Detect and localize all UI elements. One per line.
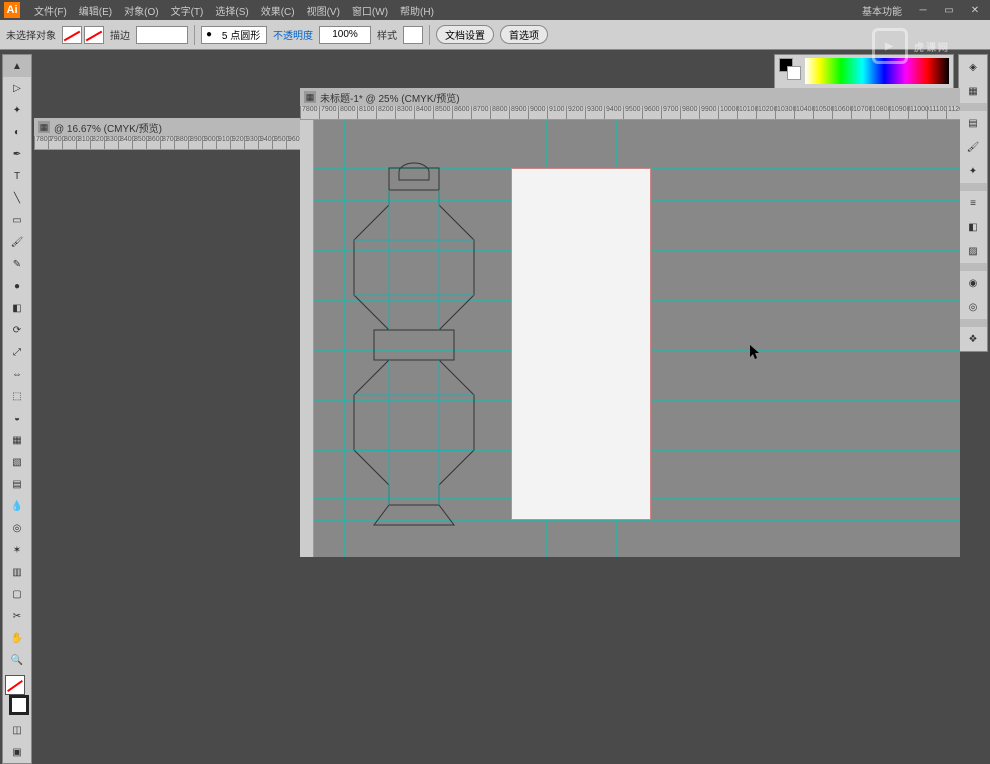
document-1-title: @ 16.67% (CMYK/预览) — [54, 120, 162, 135]
hand-tool[interactable]: ✋ — [3, 627, 31, 649]
rotate-tool[interactable]: ⟳ — [3, 319, 31, 341]
direct-selection-tool[interactable]: ▷ — [3, 77, 31, 99]
graphic-styles-panel-icon[interactable]: ◎ — [959, 295, 987, 319]
line-tool[interactable]: ╲ — [3, 187, 31, 209]
fill-indicator[interactable] — [5, 675, 25, 695]
selection-tool[interactable]: ▲ — [3, 55, 31, 77]
artwork-dieline[interactable] — [334, 160, 494, 540]
brush-dropdown[interactable]: ● — [201, 26, 267, 44]
symbols-panel-icon[interactable]: ✦ — [959, 159, 987, 183]
control-bar: 未选择对象 描边 ● 不透明度 样式 文档设置 首选项 — [0, 20, 990, 50]
menu-type[interactable]: 文字(T) — [165, 3, 210, 18]
color-panel-swatches[interactable] — [779, 58, 801, 80]
document-window-2[interactable]: ▦ 未标题-1* @ 25% (CMYK/预览) 780079008000810… — [300, 88, 960, 557]
column-graph-tool[interactable]: ▥ — [3, 561, 31, 583]
menu-help[interactable]: 帮助(H) — [394, 3, 440, 18]
type-tool[interactable]: T — [3, 165, 31, 187]
paintbrush-tool[interactable]: 🖌 — [3, 231, 31, 253]
document-1-icon: ▦ — [38, 121, 50, 133]
document-1-ruler-horizontal[interactable]: 7800790080008100820083008400850086008700… — [34, 136, 302, 150]
opacity-input[interactable] — [319, 26, 371, 44]
perspective-tool[interactable]: ▦ — [3, 429, 31, 451]
lasso-tool[interactable]: ◐ — [3, 121, 31, 143]
document-2-titlebar[interactable]: ▦ 未标题-1* @ 25% (CMYK/预览) — [300, 88, 960, 106]
color-panel-icon[interactable]: ◈ — [959, 55, 987, 79]
artboard-tool[interactable]: ▢ — [3, 583, 31, 605]
slice-tool[interactable]: ✂ — [3, 605, 31, 627]
document-2-title: 未标题-1* @ 25% (CMYK/预览) — [320, 90, 460, 105]
document-2-ruler-vertical[interactable] — [300, 120, 314, 557]
window-maximize-button[interactable]: ▭ — [938, 3, 960, 17]
rectangle-tool[interactable]: ▭ — [3, 209, 31, 231]
selection-status: 未选择对象 — [6, 27, 56, 42]
appearance-panel-icon[interactable]: ◉ — [959, 271, 987, 295]
scale-tool[interactable]: ⤢ — [3, 341, 31, 363]
width-tool[interactable]: ⇔ — [3, 363, 31, 385]
background-color[interactable] — [787, 66, 801, 80]
symbol-sprayer-tool[interactable]: ✶ — [3, 539, 31, 561]
transparency-panel-icon[interactable]: ▨ — [959, 239, 987, 263]
color-panel[interactable] — [774, 54, 954, 90]
preferences-button[interactable]: 首选项 — [500, 25, 548, 44]
window-minimize-button[interactable]: ─ — [912, 3, 934, 17]
stroke-swatch[interactable] — [84, 26, 104, 44]
right-panel-strip: ◈ ▦ ▤ 🖌 ✦ ≡ ◧ ▨ ◉ ◎ ❖ — [958, 54, 988, 352]
menu-object[interactable]: 对象(O) — [118, 3, 164, 18]
workspace-label[interactable]: 基本功能 — [856, 3, 908, 18]
menu-effect[interactable]: 效果(C) — [255, 3, 301, 18]
style-swatch[interactable] — [403, 26, 423, 44]
menu-window[interactable]: 窗口(W) — [346, 3, 394, 18]
pencil-tool[interactable]: ✎ — [3, 253, 31, 275]
eraser-tool[interactable]: ◧ — [3, 297, 31, 319]
color-spectrum[interactable] — [805, 58, 949, 84]
menu-bar: Ai 文件(F) 编辑(E) 对象(O) 文字(T) 选择(S) 效果(C) 视… — [0, 0, 990, 20]
stroke-indicator[interactable] — [9, 695, 29, 715]
brushes-panel-icon[interactable]: 🖌 — [959, 135, 987, 159]
blob-brush-tool[interactable]: ● — [3, 275, 31, 297]
gradient-panel-icon[interactable]: ◧ — [959, 215, 987, 239]
screen-mode-toggle[interactable]: ▣ — [3, 741, 31, 763]
mesh-tool[interactable]: ▧ — [3, 451, 31, 473]
gradient-tool[interactable]: ▤ — [3, 473, 31, 495]
stroke-label: 描边 — [110, 27, 130, 42]
separator — [429, 25, 430, 45]
document-2-icon: ▦ — [304, 91, 316, 103]
color-guide-icon[interactable]: ▦ — [959, 79, 987, 103]
stroke-weight-input[interactable] — [136, 26, 188, 44]
separator — [194, 25, 195, 45]
menu-view[interactable]: 视图(V) — [301, 3, 346, 18]
toolbox: ▲ ▷ ✦ ◐ ✒ T ╲ ▭ 🖌 ✎ ● ◧ ⟳ ⤢ ⇔ ⬚ ◒ ▦ ▧ ▤ … — [2, 54, 32, 764]
style-label: 样式 — [377, 27, 397, 42]
fill-stroke-swatches[interactable] — [62, 26, 104, 44]
magic-wand-tool[interactable]: ✦ — [3, 99, 31, 121]
layers-panel-icon[interactable]: ❖ — [959, 327, 987, 351]
pen-tool[interactable]: ✒ — [3, 143, 31, 165]
stroke-panel-icon[interactable]: ≡ — [959, 191, 987, 215]
document-2-ruler-horizontal[interactable]: 7800790080008100820083008400850086008700… — [300, 106, 960, 120]
swatches-panel-icon[interactable]: ▤ — [959, 111, 987, 135]
guide-vertical[interactable] — [651, 120, 652, 557]
document-window-1[interactable]: ▦ @ 16.67% (CMYK/预览) 7800790080008100820… — [34, 118, 302, 148]
opacity-label[interactable]: 不透明度 — [273, 27, 313, 42]
color-mode-toggle[interactable]: ◫ — [3, 719, 31, 741]
artwork-rectangle[interactable] — [511, 168, 651, 520]
window-close-button[interactable]: ✕ — [964, 3, 986, 17]
menu-file[interactable]: 文件(F) — [28, 3, 73, 18]
eyedropper-tool[interactable]: 💧 — [3, 495, 31, 517]
menu-edit[interactable]: 编辑(E) — [73, 3, 118, 18]
document-setup-button[interactable]: 文档设置 — [436, 25, 494, 44]
fill-stroke-indicator[interactable] — [5, 675, 29, 715]
fill-swatch[interactable] — [62, 26, 82, 44]
zoom-tool[interactable]: 🔍 — [3, 649, 31, 671]
blend-tool[interactable]: ◎ — [3, 517, 31, 539]
app-logo: Ai — [4, 2, 20, 18]
shape-builder-tool[interactable]: ◒ — [3, 407, 31, 429]
free-transform-tool[interactable]: ⬚ — [3, 385, 31, 407]
document-2-canvas[interactable] — [314, 120, 960, 557]
document-1-titlebar[interactable]: ▦ @ 16.67% (CMYK/预览) — [34, 118, 302, 136]
menu-select[interactable]: 选择(S) — [209, 3, 254, 18]
